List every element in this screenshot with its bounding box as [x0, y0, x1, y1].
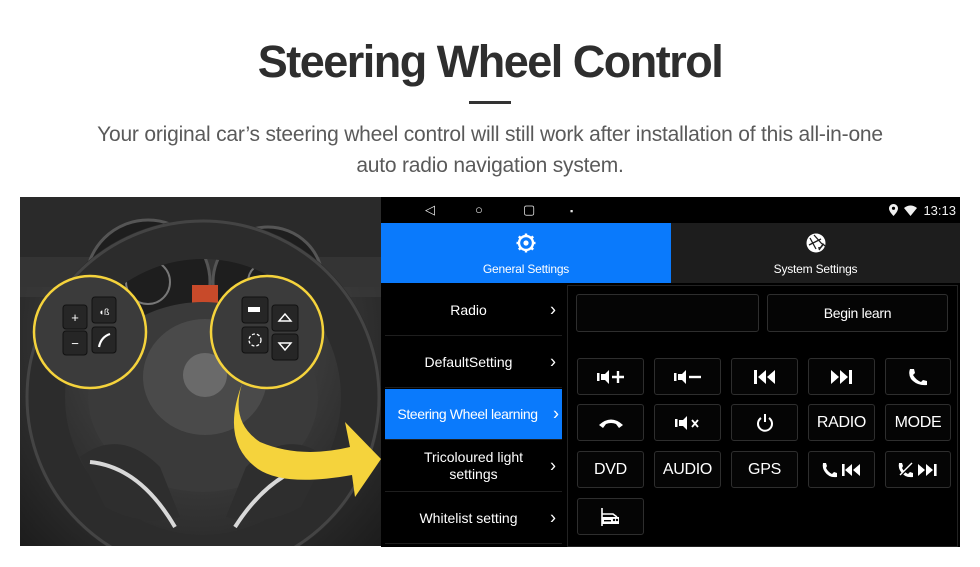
hangup-next-button[interactable]	[885, 451, 951, 488]
tab-general-settings-label: General Settings	[482, 262, 570, 276]
title-underline-divider	[469, 101, 511, 104]
menu-item-tricoloured-light-settings[interactable]: Tricoloured light settings ›	[385, 441, 562, 492]
wifi-icon	[904, 205, 918, 216]
phone-hangup-button[interactable]	[577, 404, 644, 441]
radio-button[interactable]: RADIO	[808, 404, 875, 441]
chevron-right-icon: ›	[550, 299, 556, 320]
gps-button[interactable]: GPS	[731, 451, 798, 488]
chevron-right-icon: ›	[550, 351, 556, 372]
status-indicators: 13:13	[889, 201, 956, 219]
phone-previous-icon	[822, 462, 860, 477]
mute-icon	[674, 415, 699, 430]
volume-up-button[interactable]	[577, 358, 644, 395]
menu-item-radio[interactable]: Radio ›	[385, 285, 562, 336]
menu-item-label: Whitelist setting	[419, 509, 518, 526]
phone-previous-button[interactable]	[808, 451, 875, 488]
recents-icon[interactable]: ▢	[523, 201, 535, 219]
steering-learning-panel: Begin learn RADIO MODE DVD AUDIO GPS	[567, 285, 958, 547]
chevron-right-icon: ›	[553, 403, 559, 424]
dvd-button[interactable]: DVD	[577, 451, 644, 488]
volume-up-icon	[596, 369, 624, 384]
mute-button[interactable]	[654, 404, 721, 441]
hangup-next-icon	[898, 462, 937, 477]
volume-down-icon	[673, 369, 701, 384]
menu-item-whitelist-setting[interactable]: Whitelist setting ›	[385, 493, 562, 544]
audio-button[interactable]: AUDIO	[654, 451, 721, 488]
begin-learn-button[interactable]: Begin learn	[767, 294, 948, 332]
subtitle-line-1: Your original car’s steering wheel contr…	[97, 123, 883, 146]
power-icon	[756, 413, 773, 432]
tab-system-settings[interactable]: System Settings	[671, 223, 960, 283]
tab-general-settings[interactable]: General Settings	[381, 223, 671, 283]
learn-status-field	[576, 294, 759, 332]
status-bar: ◁ ○ ▢ ▪ 13:13	[381, 197, 960, 223]
menu-item-label: Tricoloured light settings	[423, 449, 524, 482]
subtitle-line-2: auto radio navigation system.	[356, 154, 624, 177]
phone-answer-icon	[909, 368, 927, 385]
system-globe-icon	[806, 233, 825, 253]
screenshot-icon: ▪	[570, 206, 574, 216]
steering-wheel-photo: + − ◖ß	[20, 197, 381, 546]
tab-system-settings-label: System Settings	[773, 262, 858, 276]
gear-icon	[516, 233, 536, 253]
clock: 13:13	[923, 202, 956, 218]
chevron-right-icon: ›	[550, 507, 556, 528]
phone-hangup-icon	[598, 419, 623, 428]
volume-down-button[interactable]	[654, 358, 721, 395]
phone-answer-button[interactable]	[885, 358, 951, 395]
car-icon	[600, 507, 619, 526]
menu-item-label: Radio	[450, 301, 487, 318]
mode-button[interactable]: MODE	[885, 404, 951, 441]
svg-text:◖ß: ◖ß	[99, 307, 110, 317]
settings-menu: Radio › DefaultSetting › Steering Wheel …	[385, 285, 562, 547]
car-button[interactable]	[577, 498, 644, 535]
previous-track-button[interactable]	[731, 358, 798, 395]
menu-item-label: DefaultSetting	[424, 353, 513, 370]
next-track-icon	[830, 369, 852, 384]
menu-item-default-setting[interactable]: DefaultSetting ›	[385, 337, 562, 388]
chevron-right-icon: ›	[550, 455, 556, 476]
previous-track-icon	[753, 369, 775, 384]
menu-item-label: Steering Wheel learning	[397, 405, 538, 422]
back-icon[interactable]: ◁	[425, 201, 435, 219]
home-icon[interactable]: ○	[475, 201, 483, 219]
menu-item-steering-wheel-learning[interactable]: Steering Wheel learning ›	[385, 389, 562, 440]
next-track-button[interactable]	[808, 358, 875, 395]
page-title: Steering Wheel Control	[257, 36, 724, 87]
page-subtitle: Your original car’s steering wheel contr…	[30, 119, 950, 181]
power-button[interactable]	[731, 404, 798, 441]
head-unit-screen: ◁ ○ ▢ ▪ 13:13 General Settings System Se…	[381, 197, 960, 547]
svg-text:+: +	[71, 310, 79, 325]
svg-text:−: −	[71, 336, 79, 351]
location-icon	[889, 204, 899, 216]
